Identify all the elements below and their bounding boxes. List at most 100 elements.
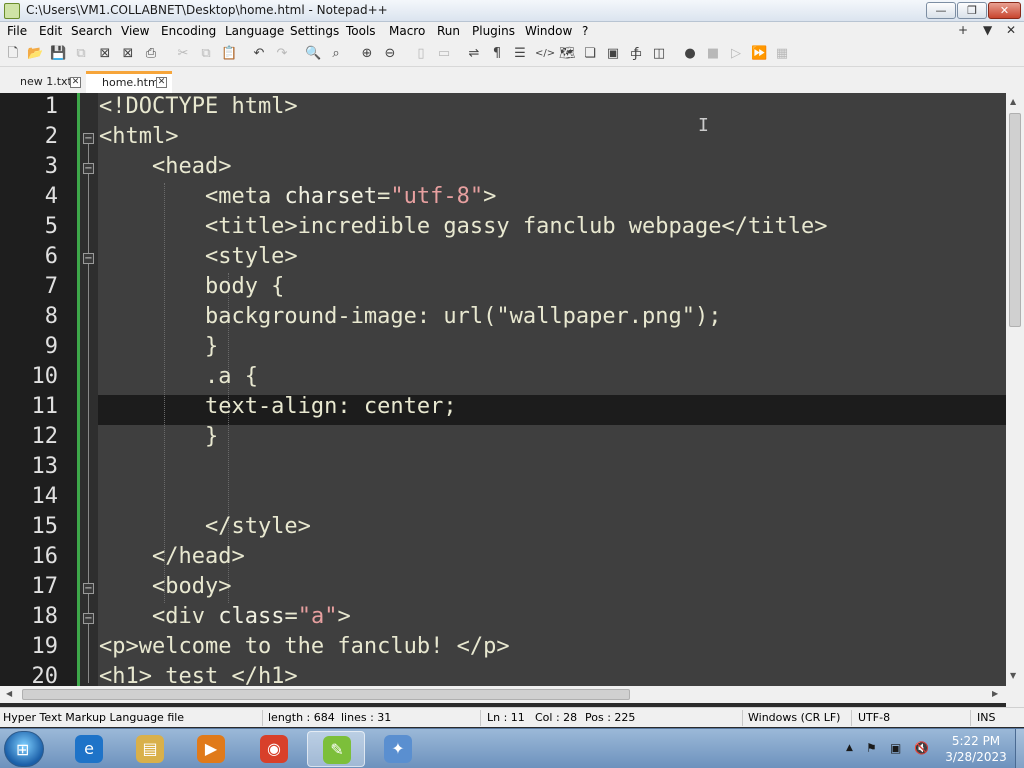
find-icon[interactable]: 🔍 [305,46,321,62]
redo-icon[interactable]: ↷ [274,46,290,62]
folder-workspace-icon[interactable]: ▣ [605,46,621,62]
sync-h-icon[interactable]: ▭ [436,46,452,62]
horizontal-scroll-thumb[interactable] [22,689,630,700]
show-desktop-button[interactable] [1015,729,1024,768]
run-multiple-icon[interactable]: ⏩ [751,46,767,62]
maximize-button[interactable]: ❐ [957,2,987,19]
code-line[interactable]: <meta charset="utf-8"> [99,184,496,209]
fold-toggle-icon[interactable]: − [83,163,94,174]
copy-icon[interactable]: ⧉ [198,46,214,62]
vertical-scroll-thumb[interactable] [1009,113,1021,327]
paste-icon[interactable]: 📋 [221,46,237,62]
fold-margin[interactable]: − − − − − [80,93,98,686]
code-line[interactable]: <body> [99,574,231,599]
zoom-in-icon[interactable]: ⊕ [359,46,375,62]
status-eol[interactable]: Windows (CR LF) [748,711,840,724]
save-all-icon[interactable]: ⧉ [73,46,89,62]
code-line[interactable]: } [99,334,218,359]
save-icon[interactable]: 💾 [50,46,66,62]
fold-toggle-icon[interactable]: − [83,583,94,594]
code-line[interactable]: text-align: center; [99,394,457,419]
sync-v-icon[interactable]: ▯ [413,46,429,62]
code-line[interactable]: <!DOCTYPE html> [99,94,298,119]
monitor-icon[interactable]: ▭ [628,46,644,62]
minimize-button[interactable]: — [926,2,956,19]
close-icon[interactable]: ⊠ [97,46,113,62]
menu-item[interactable]: ? [582,24,588,38]
taskbar-app-file-explorer[interactable]: ▤ [121,731,179,767]
code-line[interactable]: <title>incredible gassy fanclub webpage<… [99,214,828,239]
status-insert-mode[interactable]: INS [977,711,995,724]
code-line[interactable]: <html> [99,124,178,149]
code-line[interactable]: </style> [99,514,311,539]
action-center-flag-icon[interactable]: ⚑ [866,741,877,755]
code-line[interactable]: <p>welcome to the fanclub! </p> [99,634,510,659]
print-icon[interactable]: ⎙ [143,46,159,62]
replace-icon[interactable]: ⌕ [328,46,344,62]
network-icon[interactable]: ▣ [890,741,901,755]
scroll-right-icon[interactable]: ▶ [992,689,998,698]
cut-icon[interactable]: ✂ [175,46,191,62]
xml-tag-icon[interactable]: </> [535,46,555,62]
indent-guide-icon[interactable]: ☰ [512,46,528,62]
system-clock[interactable]: 5:22 PM 3/28/2023 [940,733,1012,765]
close-all-icon[interactable]: ⊠ [120,46,136,62]
save-macro-icon[interactable]: ▦ [774,46,790,62]
menu-item[interactable]: Settings [290,24,339,38]
vertical-scrollbar[interactable]: ▲ ▼ [1006,93,1024,686]
horizontal-scrollbar[interactable]: ◀ ▶ [0,686,1006,703]
function-list-icon[interactable]: ❏ [582,46,598,62]
code-editor[interactable]: − − − − − I 1 2 3 4 5 6 7 8 9 10 11 12 13 14 15 16 17 18 19 20 <… [0,93,1006,686]
play-macro-icon[interactable]: ▷ [728,46,744,62]
open-file-icon[interactable]: 📂 [27,46,43,62]
tab-list-icon[interactable]: ▼ [983,23,992,37]
menu-item[interactable]: Plugins [472,24,515,38]
scroll-up-icon[interactable]: ▲ [1010,97,1016,106]
scroll-left-icon[interactable]: ◀ [6,689,12,698]
code-line[interactable]: .a { [99,364,258,389]
tab-close-icon[interactable]: ✕ [70,77,81,88]
taskbar-app-media-player[interactable]: ▶ [182,731,240,767]
menu-item[interactable]: Edit [39,24,62,38]
record-macro-icon[interactable]: ● [682,46,698,62]
word-wrap-icon[interactable]: ⇌ [466,46,482,62]
menu-item[interactable]: Language [225,24,284,38]
tab-close-icon[interactable]: ✕ [156,77,167,88]
doc-map-icon[interactable]: 🗺 [559,46,576,62]
fold-toggle-icon[interactable]: − [83,133,94,144]
code-line[interactable]: background-image: url("wallpaper.png"); [99,304,722,329]
new-file-icon[interactable]: 🗋 [5,46,21,62]
show-all-chars-icon[interactable]: ¶ [489,46,505,62]
menu-item[interactable]: Search [71,24,112,38]
code-line[interactable]: <head> [99,154,231,179]
new-tab-icon[interactable]: + [958,23,968,37]
tray-overflow-icon[interactable]: ▲ [846,743,853,753]
menu-item[interactable]: Tools [346,24,376,38]
start-button[interactable]: ⊞ [4,731,44,767]
code-line[interactable]: <h1> test </h1> [99,664,298,686]
status-encoding[interactable]: UTF-8 [858,711,890,724]
screenshot-icon[interactable]: ◫ [651,46,667,62]
close-button[interactable]: ✕ [988,2,1021,19]
code-line[interactable]: <div class="a"> [99,604,351,629]
undo-icon[interactable]: ↶ [251,46,267,62]
fold-toggle-icon[interactable]: − [83,613,94,624]
tab-home-html[interactable]: home.html ✕ [86,71,172,93]
tab-new-1[interactable]: new 1.txt ✕ [2,71,84,93]
code-line[interactable]: } [99,424,218,449]
taskbar-app-paint[interactable]: ✦ [369,731,427,767]
menu-item[interactable]: Macro [389,24,425,38]
taskbar-app-chrome[interactable]: ◉ [245,731,303,767]
menu-item[interactable]: Window [525,24,572,38]
code-line[interactable]: <style> [99,244,298,269]
stop-macro-icon[interactable]: ■ [705,46,721,62]
close-document-icon[interactable]: ✕ [1006,23,1016,37]
taskbar-app-notepad-plus-plus[interactable]: ✎ [307,731,365,767]
menu-item[interactable]: File [7,24,27,38]
scroll-down-icon[interactable]: ▼ [1010,671,1016,680]
menu-item[interactable]: Encoding [161,24,216,38]
volume-muted-icon[interactable]: 🔇 [914,741,929,755]
code-line[interactable]: body { [99,274,284,299]
taskbar-app-internet-explorer[interactable]: e [60,731,118,767]
menu-item[interactable]: View [121,24,149,38]
